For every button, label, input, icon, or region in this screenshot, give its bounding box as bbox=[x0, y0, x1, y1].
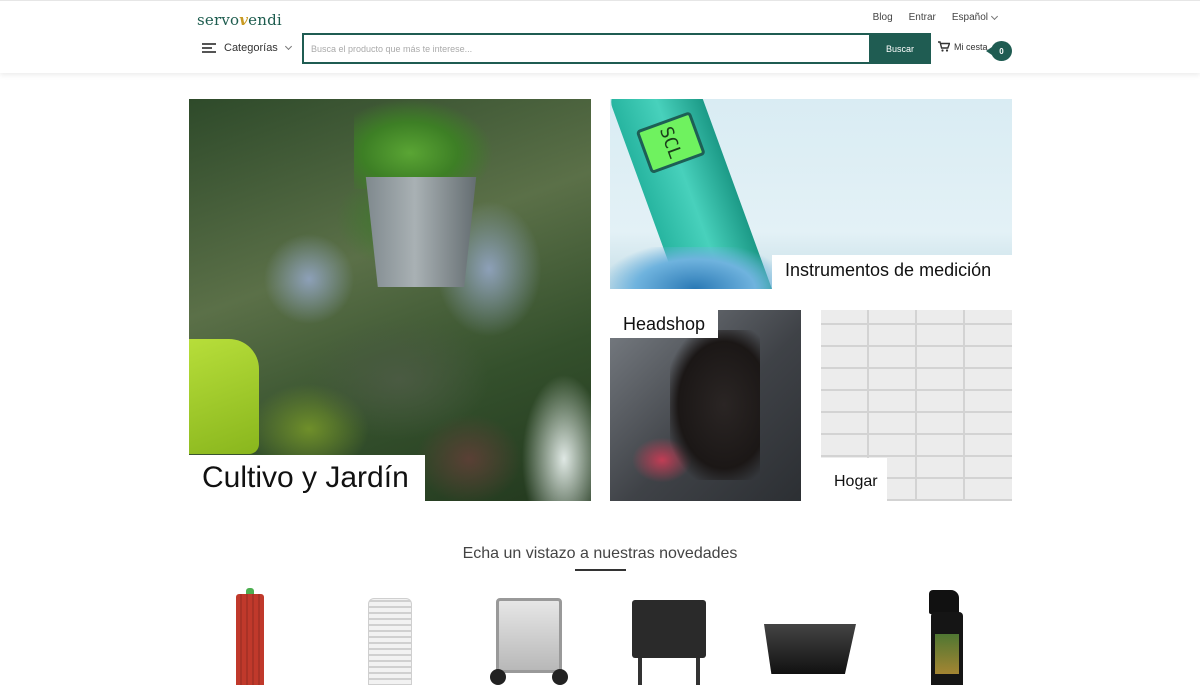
product-image bbox=[929, 590, 959, 614]
product-card[interactable] bbox=[925, 588, 969, 685]
cart-icon bbox=[938, 41, 950, 52]
tile-label-garden: Cultivo y Jardín bbox=[189, 455, 425, 501]
logo-suffix: endi bbox=[248, 11, 282, 29]
meter-screen: SCL bbox=[635, 111, 706, 175]
product-image bbox=[632, 600, 706, 658]
hamburger-icon bbox=[202, 43, 216, 53]
login-link[interactable]: Entrar bbox=[909, 12, 936, 23]
pot-image bbox=[365, 177, 477, 287]
product-card[interactable] bbox=[490, 588, 568, 685]
product-card[interactable] bbox=[368, 588, 412, 685]
tile-label-headshop: Headshop bbox=[610, 310, 718, 338]
chevron-down-icon bbox=[284, 42, 292, 51]
search-button[interactable]: Buscar bbox=[869, 33, 931, 64]
tile-label-measurement: Instrumentos de medición bbox=[772, 255, 1012, 289]
product-card[interactable] bbox=[628, 588, 710, 685]
language-selector[interactable]: Español bbox=[951, 12, 999, 23]
product-image bbox=[764, 624, 856, 674]
product-image bbox=[552, 669, 568, 685]
site-logo[interactable]: servovendi bbox=[197, 11, 282, 29]
product-image bbox=[368, 598, 412, 685]
water-splash-image bbox=[610, 247, 780, 289]
cart-label: Mi cesta bbox=[954, 41, 988, 52]
category-tile-garden[interactable]: Cultivo y Jardín bbox=[189, 99, 591, 501]
search-input[interactable] bbox=[302, 33, 870, 64]
product-image bbox=[696, 658, 700, 685]
product-image bbox=[490, 669, 506, 685]
product-card[interactable] bbox=[232, 588, 268, 685]
language-label: Español bbox=[951, 12, 988, 23]
tile-label-home: Hogar bbox=[821, 458, 887, 501]
logo-v: v bbox=[239, 11, 249, 29]
section-title: Echa un vistazo a nuestras novedades bbox=[462, 545, 738, 562]
plant-image bbox=[354, 99, 494, 189]
product-image bbox=[638, 658, 642, 685]
product-card[interactable] bbox=[760, 588, 860, 685]
category-tile-measurement[interactable]: SCL Instrumentos de medición bbox=[610, 99, 1012, 289]
cart-link[interactable]: Mi cesta bbox=[938, 41, 988, 52]
categories-menu[interactable]: Categorías bbox=[202, 42, 292, 54]
logo-prefix: servo bbox=[197, 11, 240, 29]
categories-label: Categorías bbox=[224, 42, 278, 54]
chevron-down-icon bbox=[990, 12, 999, 20]
product-image bbox=[496, 598, 562, 673]
product-image bbox=[236, 594, 264, 685]
category-tile-headshop[interactable]: Headshop bbox=[610, 310, 801, 501]
product-image bbox=[935, 634, 959, 674]
hand-glass-image bbox=[670, 330, 760, 480]
blog-link[interactable]: Blog bbox=[873, 12, 893, 23]
site-header: servovendi Blog Entrar Español Categoría… bbox=[0, 0, 1200, 73]
section-underline bbox=[575, 569, 626, 571]
top-links: Blog Entrar Español bbox=[873, 12, 999, 23]
cart-count-badge[interactable]: 0 bbox=[986, 41, 1012, 61]
category-tile-home[interactable]: Hogar bbox=[821, 310, 1012, 501]
watering-can-image bbox=[189, 339, 259, 454]
